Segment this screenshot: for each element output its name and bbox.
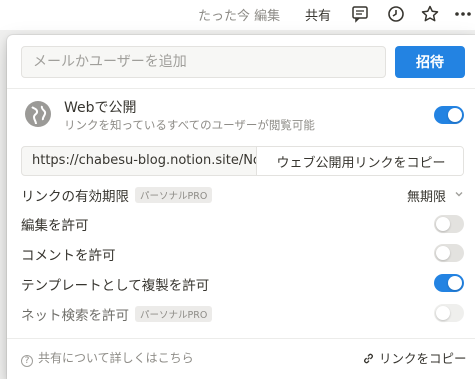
question-icon: ?	[21, 355, 33, 367]
pro-badge: パーソナルPRO	[135, 187, 213, 203]
star-icon[interactable]	[420, 4, 440, 24]
allow-duplicate-label: テンプレートとして複製を許可	[21, 278, 210, 294]
pro-badge: パーソナルPRO	[135, 306, 213, 322]
share-popup: 招待 Webで公開 リンクを知っているすべてのユーザーが閲覧可能 https:/…	[7, 35, 475, 379]
invite-input[interactable]	[21, 46, 386, 78]
allow-edit-label: 編集を許可	[21, 218, 89, 234]
allow-duplicate-toggle[interactable]	[434, 274, 464, 292]
invite-button[interactable]: 招待	[395, 46, 465, 78]
link-expiry-row: リンクの有効期限 パーソナルPRO	[21, 185, 213, 205]
clock-icon[interactable]	[386, 4, 406, 24]
allow-search-label: ネット検索を許可	[21, 308, 129, 324]
copy-link-label: リンクをコピー	[379, 351, 467, 366]
divider	[7, 88, 475, 89]
link-icon	[364, 353, 373, 364]
allow-comment-label: コメントを許可	[21, 248, 116, 264]
share-button[interactable]: 共有	[305, 5, 331, 24]
publish-subtitle: リンクを知っているすべてのユーザーが閲覧可能	[64, 118, 315, 132]
public-url-box: https://chabesu-blog.notion.site/Notion-…	[21, 146, 464, 176]
link-expiry-label: リンクの有効期限	[21, 189, 129, 205]
last-edited-text: たった今 編集	[198, 9, 281, 24]
publish-toggle[interactable]	[434, 106, 464, 124]
link-expiry-select[interactable]: 無期限	[407, 186, 446, 205]
globe-icon	[24, 100, 52, 128]
allow-edit-toggle[interactable]	[434, 215, 464, 233]
more-icon[interactable]	[453, 4, 473, 24]
public-url[interactable]: https://chabesu-blog.notion.site/Notion-…	[32, 153, 258, 168]
chevron-down-icon[interactable]	[454, 189, 464, 199]
allow-search-row: ネット検索を許可 パーソナルPRO	[21, 304, 213, 324]
top-bar: たった今 編集 共有	[0, 0, 475, 30]
help-link[interactable]: ? 共有について詳しくはこちら	[21, 349, 194, 367]
divider	[7, 338, 475, 339]
comment-icon[interactable]	[350, 4, 370, 24]
publish-title: Webで公開	[64, 100, 137, 116]
help-link-label: 共有について詳しくはこちら	[38, 351, 194, 365]
allow-search-toggle	[434, 304, 464, 322]
copy-link-button[interactable]: リンクをコピー	[362, 348, 467, 367]
allow-comment-toggle[interactable]	[434, 244, 464, 262]
copy-web-link-button[interactable]: ウェブ公開用リンクをコピー	[256, 147, 463, 175]
